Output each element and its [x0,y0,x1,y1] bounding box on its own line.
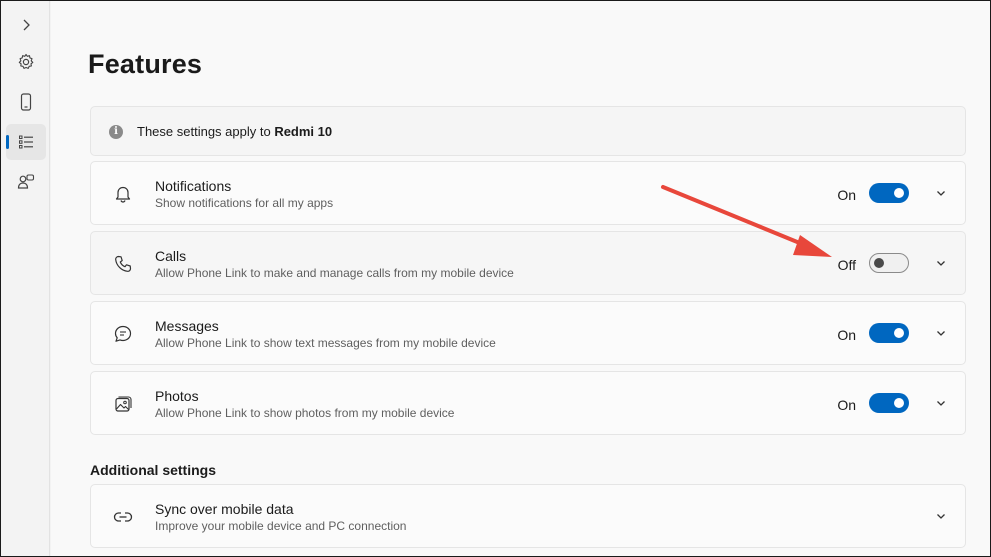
setting-subtitle: Improve your mobile device and PC connec… [155,519,407,533]
messages-toggle[interactable] [869,323,909,343]
notifications-toggle[interactable] [869,183,909,203]
expand-chevron[interactable] [935,510,947,522]
info-icon: i [109,125,123,139]
feature-subtitle: Allow Phone Link to show text messages f… [155,336,496,350]
toggle-state-label: On [837,187,856,203]
toggle-knob [894,328,904,338]
toggle-knob [894,398,904,408]
chat-bubble-icon [111,322,135,346]
toggle-knob [874,258,884,268]
feature-subtitle: Allow Phone Link to make and manage call… [155,266,514,280]
photos-icon [111,392,135,416]
photos-toggle[interactable] [869,393,909,413]
feature-title: Calls [155,248,187,264]
active-indicator [6,135,9,149]
features-list-icon [19,135,33,149]
phone-icon [20,93,32,111]
nav-rail [1,1,50,556]
phone-nav-button[interactable] [6,84,46,120]
toggle-state-label: Off [837,257,856,273]
chevron-down-icon [937,261,945,266]
toggle-knob [894,188,904,198]
setting-row-sync-mobile-data[interactable]: Sync over mobile data Improve your mobil… [90,484,966,548]
chevron-right-icon [23,19,30,31]
toggle-state-label: On [837,327,856,343]
chevron-down-icon [937,401,945,406]
expand-chevron[interactable] [935,397,947,409]
device-info-banner: i These settings apply to Redmi 10 [90,106,966,156]
feature-subtitle: Allow Phone Link to show photos from my … [155,406,455,420]
device-name: Redmi 10 [274,124,333,139]
feature-title: Notifications [155,178,232,194]
page-title: Features [88,49,203,79]
link-icon [111,505,135,529]
expand-chevron[interactable] [935,187,947,199]
bell-icon [111,182,135,206]
feature-row-calls[interactable]: Calls Allow Phone Link to make and manag… [90,231,966,295]
setting-title: Sync over mobile data [155,501,294,517]
additional-settings-heading: Additional settings [90,462,216,478]
feature-row-notifications[interactable]: Notifications Show notifications for all… [90,161,966,225]
settings-nav-button[interactable] [6,44,46,80]
people-nav-button[interactable] [6,164,46,200]
gear-icon [18,53,34,69]
expand-chevron[interactable] [935,257,947,269]
features-nav-button[interactable] [6,124,46,160]
feature-title: Photos [155,388,199,404]
expand-nav-button[interactable] [6,7,46,43]
info-text: These settings apply to Redmi 10 [137,124,332,139]
features-page: Features i These settings apply to Redmi… [51,1,990,556]
chevron-down-icon [937,331,945,336]
feature-row-photos[interactable]: Photos Allow Phone Link to show photos f… [90,371,966,435]
feature-subtitle: Show notifications for all my apps [155,196,334,210]
calls-toggle[interactable] [869,253,909,273]
expand-chevron[interactable] [935,327,947,339]
people-icon [17,174,35,189]
chevron-down-icon [937,191,945,196]
feature-title: Messages [155,318,219,334]
phone-call-icon [111,252,135,276]
feature-row-messages[interactable]: Messages Allow Phone Link to show text m… [90,301,966,365]
chevron-down-icon [937,514,945,519]
toggle-state-label: On [837,397,856,413]
info-prefix: These settings apply to [137,124,275,139]
